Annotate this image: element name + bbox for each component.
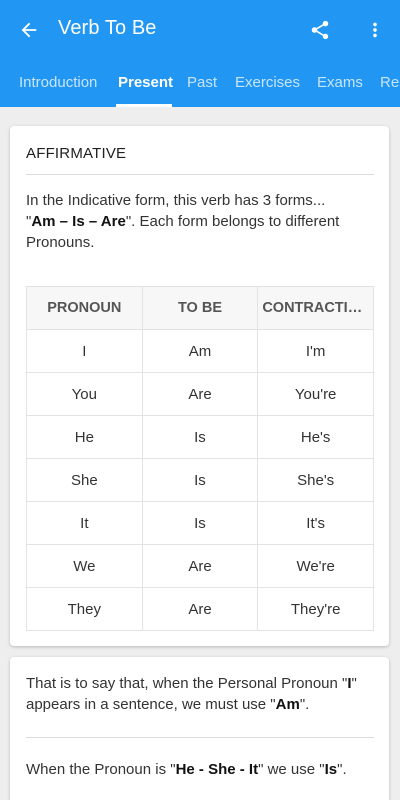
explanation-paragraph-is: When the Pronoun is "He - She - It" we u… xyxy=(26,759,376,780)
section-title: AFFIRMATIVE xyxy=(26,145,127,162)
more-vert-icon xyxy=(373,22,377,38)
text-span: When the Pronoun is " xyxy=(26,761,176,778)
table-row: She Is She's xyxy=(26,458,374,502)
tab-indicator xyxy=(116,104,172,107)
intro-text: In the Indicative form, this verb has 3 … xyxy=(26,192,326,209)
toolbar: Verb To Be xyxy=(0,0,400,60)
table-row: I Am I'm xyxy=(26,329,374,373)
table-row: It Is It's xyxy=(26,501,374,545)
pronoun-cell: It xyxy=(26,501,143,545)
to-be-cell: Is xyxy=(141,458,259,502)
more-options-button[interactable] xyxy=(362,15,388,45)
to-be-cell: Are xyxy=(141,372,259,416)
divider xyxy=(26,174,374,175)
text-span: That is to say that, when the Personal P… xyxy=(26,675,348,692)
tab-exercises[interactable]: Exercises xyxy=(235,74,300,91)
contraction-cell: It's xyxy=(257,501,374,545)
share-icon xyxy=(311,20,329,40)
contraction-cell: I'm xyxy=(257,329,374,373)
tab-introduction[interactable]: Introduction xyxy=(19,74,97,91)
to-be-cell: Is xyxy=(141,415,259,459)
contraction-cell: They're xyxy=(257,587,374,631)
explanation-card: That is to say that, when the Personal P… xyxy=(10,657,389,800)
column-header-to-be: TO BE xyxy=(141,286,259,330)
tab-past[interactable]: Past xyxy=(187,74,217,91)
affirmative-card: AFFIRMATIVE In the Indicative form, this… xyxy=(10,126,389,646)
table-row: They Are They're xyxy=(26,587,374,631)
verb-highlight: Is xyxy=(324,761,338,778)
table-row: We Are We're xyxy=(26,544,374,588)
page-title: Verb To Be xyxy=(58,17,157,39)
pronoun-cell: You xyxy=(26,372,143,416)
share-button[interactable] xyxy=(306,15,334,45)
pronoun-cell: They xyxy=(26,587,143,631)
to-be-cell: Am xyxy=(141,329,259,373)
pronoun-cell: We xyxy=(26,544,143,588)
contraction-cell: You're xyxy=(257,372,374,416)
intro-paragraph: In the Indicative form, this verb has 3 … xyxy=(26,192,340,251)
column-header-pronoun: PRONOUN xyxy=(26,286,143,330)
to-be-cell: Is xyxy=(141,501,259,545)
contraction-cell: We're xyxy=(257,544,374,588)
explanation-paragraph-am: That is to say that, when the Personal P… xyxy=(26,673,376,715)
table-header-row: PRONOUN TO BE CONTRACTION xyxy=(26,286,374,330)
to-be-cell: Are xyxy=(141,587,259,631)
tab-present[interactable]: Present xyxy=(118,74,173,91)
app-bar: Verb To Be Introduction Present Past Exe… xyxy=(0,0,400,107)
tab-resources[interactable]: Res xyxy=(380,74,400,91)
conjugation-table: PRONOUN TO BE CONTRACTION I Am I'm You A… xyxy=(26,286,374,631)
verb-highlight: Am xyxy=(275,696,300,713)
column-header-contraction: CONTRACTION xyxy=(257,286,374,330)
arrow-back-icon xyxy=(21,22,37,38)
pronoun-highlight: He - She - It xyxy=(175,761,259,778)
divider xyxy=(26,737,374,738)
back-button[interactable] xyxy=(14,15,44,45)
contraction-cell: He's xyxy=(257,415,374,459)
text-span: ". xyxy=(337,761,347,778)
pronoun-cell: I xyxy=(26,329,143,373)
pronoun-cell: He xyxy=(26,415,143,459)
tab-bar: Introduction Present Past Exercises Exam… xyxy=(0,60,400,107)
tab-exams[interactable]: Exams xyxy=(317,74,363,91)
to-be-cell: Are xyxy=(141,544,259,588)
table-row: You Are You're xyxy=(26,372,374,416)
text-span: ". xyxy=(299,696,310,713)
pronoun-cell: She xyxy=(26,458,143,502)
contraction-cell: She's xyxy=(257,458,374,502)
forms-text: Am – Is – Are xyxy=(31,213,126,230)
table-row: He Is He's xyxy=(26,415,374,459)
text-span: " we use " xyxy=(258,761,325,778)
